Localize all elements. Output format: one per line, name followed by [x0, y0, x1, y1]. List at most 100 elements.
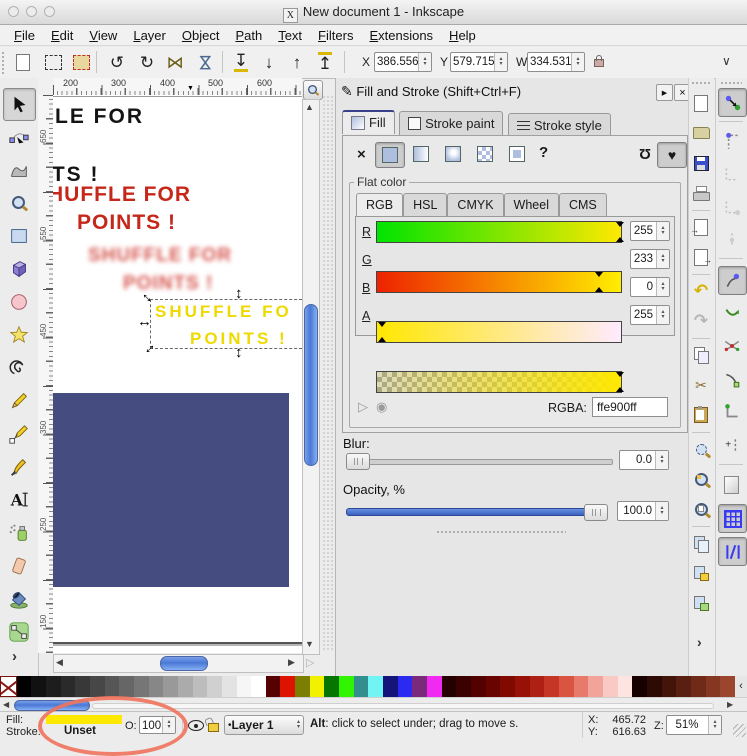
opacity-value-field[interactable]: 100.0▴▾	[617, 501, 669, 521]
scale-handle-w-icon[interactable]: ↔	[137, 314, 152, 329]
green-slider[interactable]	[376, 271, 622, 293]
object-opacity-field[interactable]: 100▴▾	[139, 716, 176, 734]
tool-star[interactable]	[3, 319, 34, 350]
menu-extensions[interactable]: Extensions	[361, 28, 441, 43]
dock-hidden-arrow-icon[interactable]: ▷	[306, 656, 314, 669]
tool-selector[interactable]	[3, 88, 36, 121]
alpha-value-field[interactable]: 255▴▾	[630, 305, 670, 325]
snap-bbox-button[interactable]	[718, 127, 745, 154]
y-field[interactable]: 579.715▴▾	[450, 52, 508, 72]
canvas[interactable]: LE FOR ITS ! HUFFLE FOR POINTS ! SHUFFLE…	[53, 95, 302, 653]
vertical-scrollbar-thumb[interactable]	[304, 304, 318, 466]
horizontal-ruler[interactable]: 200 300 400 500 600 ▼	[53, 78, 302, 96]
blue-value-field[interactable]: 0▴▾	[630, 277, 670, 297]
palette-swatch[interactable]	[324, 676, 339, 697]
red-value-field[interactable]: 255▴▾	[630, 221, 670, 241]
menu-file[interactable]: File	[6, 28, 43, 43]
unlink-clone-button[interactable]	[690, 592, 712, 614]
snap-grid-button[interactable]	[718, 504, 747, 533]
toolbox-overflow-icon[interactable]: ›	[12, 648, 17, 665]
palette-swatch[interactable]	[442, 676, 457, 697]
clone-button[interactable]	[690, 562, 712, 584]
stroke-value[interactable]: Unset	[64, 725, 96, 737]
palette-swatch[interactable]	[105, 676, 120, 697]
menu-layer[interactable]: Layer	[125, 28, 174, 43]
tab-hsl[interactable]: HSL	[403, 193, 447, 216]
snap-node-curve-button[interactable]	[718, 365, 745, 392]
text-object-red-line2[interactable]: POINTS !	[77, 211, 176, 235]
horizontal-scrollbar[interactable]: ◀ ▶	[53, 654, 304, 673]
window-resize-grip[interactable]	[733, 724, 746, 737]
fillrule-nonzero-button[interactable]: ♥	[657, 142, 687, 168]
palette-swatch[interactable]	[163, 676, 178, 697]
radial-gradient-button[interactable]	[439, 142, 467, 166]
palette-swatch[interactable]	[618, 676, 633, 697]
zoom-drawing-button[interactable]	[690, 468, 712, 490]
palette-swatch[interactable]	[398, 676, 413, 697]
w-field[interactable]: 334.531▴▾	[527, 52, 585, 72]
menu-object[interactable]: Object	[174, 28, 228, 43]
color-grab-icon[interactable]: ◉	[376, 399, 387, 415]
tool-tweak[interactable]	[3, 154, 34, 185]
palette-swatch[interactable]	[266, 676, 281, 697]
raise-button[interactable]: ↑	[284, 49, 310, 75]
tool-zoom[interactable]	[3, 187, 34, 218]
commands-grip[interactable]	[691, 81, 711, 86]
unknown-paint-icon[interactable]: ?	[539, 144, 548, 161]
snap-bbox-corners-button[interactable]	[718, 193, 745, 220]
snap-guides-button[interactable]	[718, 537, 747, 566]
blur-slider-thumb[interactable]	[346, 453, 370, 470]
tool-text[interactable]: A	[3, 484, 34, 515]
tool-spiral[interactable]	[3, 352, 34, 383]
select-all-button[interactable]	[10, 49, 36, 75]
paste-button[interactable]	[690, 404, 712, 426]
export-button[interactable]: →	[690, 246, 712, 268]
palette-more-icon[interactable]: ‹	[735, 676, 747, 697]
scroll-left-icon[interactable]: ◀	[56, 656, 63, 669]
palette-swatch[interactable]	[500, 676, 515, 697]
palette-swatch[interactable]	[603, 676, 618, 697]
dock-edge-grip[interactable]	[322, 95, 333, 650]
print-button[interactable]	[690, 182, 712, 204]
palette-swatch[interactable]	[75, 676, 90, 697]
palette-scrollbar-thumb[interactable]	[14, 700, 90, 711]
palette-swatch[interactable]	[632, 676, 647, 697]
open-document-button[interactable]	[690, 122, 712, 144]
tool-ellipse[interactable]	[3, 286, 34, 317]
new-document-button[interactable]	[690, 92, 712, 114]
green-value-field[interactable]: 233▴▾	[630, 249, 670, 269]
tab-stroke-paint[interactable]: Stroke paint	[399, 111, 503, 135]
tool-node-editor[interactable]	[3, 121, 34, 152]
dock-resize-handle[interactable]	[436, 530, 566, 535]
tool-bezier[interactable]	[3, 418, 34, 449]
text-object-black[interactable]: LE FOR	[55, 105, 144, 129]
layer-selector[interactable]: • Layer 1 ▴▾	[224, 715, 304, 735]
cut-button[interactable]: ✂	[690, 374, 712, 396]
dialog-detach-button[interactable]: ▶	[656, 84, 673, 101]
fillrule-evenodd-button[interactable]: Ʊ	[631, 142, 659, 166]
palette-swatch[interactable]	[486, 676, 501, 697]
snap-grip[interactable]	[720, 81, 742, 86]
fill-color-swatch[interactable]	[46, 715, 122, 724]
flat-color-button[interactable]	[375, 142, 405, 168]
zoom-field[interactable]: 51%▴▾	[666, 715, 722, 735]
scroll-right-icon[interactable]: ▶	[288, 656, 295, 669]
palette-swatch[interactable]	[691, 676, 706, 697]
palette-swatch[interactable]	[90, 676, 105, 697]
duplicate-button[interactable]	[690, 532, 712, 554]
import-button[interactable]: →	[690, 216, 712, 238]
palette-swatch[interactable]	[207, 676, 222, 697]
zoom-page-button[interactable]	[690, 498, 712, 520]
snap-nodes-button[interactable]	[718, 266, 747, 295]
palette-swatch[interactable]	[647, 676, 662, 697]
palette-scroll-left-icon[interactable]: ◀	[3, 700, 9, 709]
tab-cms[interactable]: CMS	[559, 193, 607, 216]
blur-value-field[interactable]: 0.0▴▾	[619, 450, 669, 470]
palette-scroll-track[interactable]	[92, 703, 714, 709]
palette-swatch[interactable]	[706, 676, 721, 697]
redo-button[interactable]: ↷	[690, 310, 712, 332]
palette-swatch[interactable]	[193, 676, 208, 697]
snap-midpoint-button[interactable]: +	[718, 431, 745, 458]
zoom-selection-button[interactable]	[690, 438, 712, 460]
palette-swatch[interactable]	[544, 676, 559, 697]
